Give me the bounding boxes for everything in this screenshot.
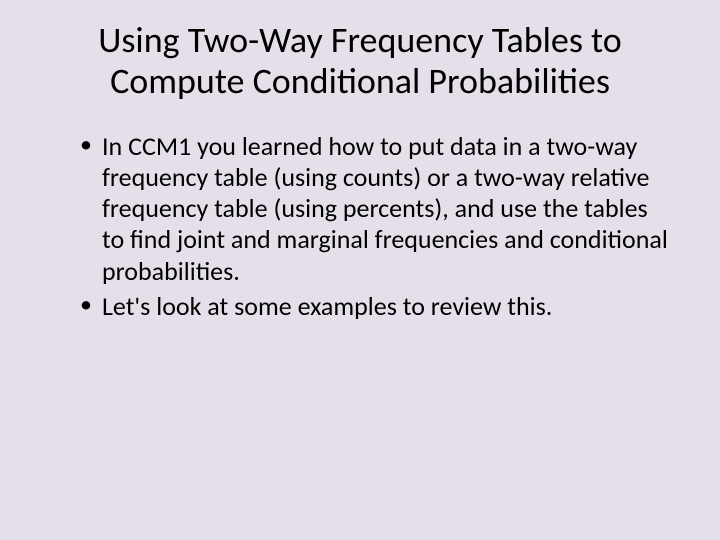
slide-title: Using Two-Way Frequency Tables to Comput… bbox=[50, 20, 670, 103]
slide-content: In CCM1 you learned how to put data in a… bbox=[50, 131, 670, 322]
bullet-list: In CCM1 you learned how to put data in a… bbox=[80, 131, 670, 322]
slide-container: Using Two-Way Frequency Tables to Comput… bbox=[0, 0, 720, 540]
bullet-item: Let's look at some examples to review th… bbox=[80, 291, 670, 322]
bullet-item: In CCM1 you learned how to put data in a… bbox=[80, 131, 670, 287]
